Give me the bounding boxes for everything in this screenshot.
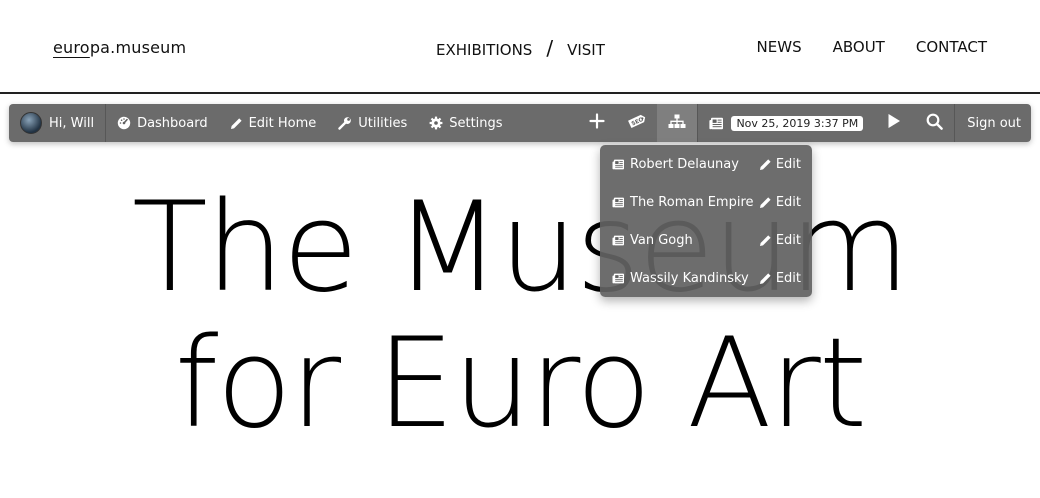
pencil-icon xyxy=(759,234,772,247)
dropdown-item: Wassily Kandinsky Edit xyxy=(600,259,812,297)
nav-link-about[interactable]: ABOUT xyxy=(833,38,885,56)
publish-date-badge: Nov 25, 2019 3:37 PM xyxy=(731,115,864,131)
pencil-icon xyxy=(759,272,772,285)
nav-link-exhibitions[interactable]: EXHIBITIONS xyxy=(436,41,532,59)
add-button[interactable] xyxy=(577,104,617,142)
hero-title: The Museum for Euro Art xyxy=(0,180,1040,452)
dropdown-edit-button[interactable]: Edit xyxy=(759,157,801,172)
dropdown-item-link[interactable]: The Roman Empire xyxy=(612,195,759,210)
dashboard-link[interactable]: Dashboard xyxy=(106,104,219,142)
newspaper-icon xyxy=(612,159,625,170)
nav-separator: / xyxy=(546,36,554,60)
dropdown-edit-button[interactable]: Edit xyxy=(759,233,801,248)
nav-link-visit[interactable]: VISIT xyxy=(567,41,605,59)
utilities-label: Utilities xyxy=(358,115,408,131)
dropdown-edit-label: Edit xyxy=(775,194,801,210)
logo-rest: pa.museum xyxy=(89,38,187,57)
dropdown-item: Robert Delaunay Edit xyxy=(600,145,812,183)
nav-link-news[interactable]: NEWS xyxy=(757,38,802,56)
plus-icon xyxy=(589,113,606,133)
sitemap-button[interactable] xyxy=(657,104,698,142)
edit-home-link[interactable]: Edit Home xyxy=(219,104,328,142)
dashboard-label: Dashboard xyxy=(137,115,208,131)
site-logo[interactable]: europa.museum xyxy=(53,38,186,57)
preview-button[interactable] xyxy=(874,104,914,142)
site-header: europa.museum EXHIBITIONS / VISIT NEWS A… xyxy=(0,0,1040,94)
dropdown-edit-label: Edit xyxy=(775,232,801,248)
logo-underlined-part: euro xyxy=(53,38,90,57)
secondary-nav: NEWS ABOUT CONTACT xyxy=(757,38,987,56)
nav-link-contact[interactable]: CONTACT xyxy=(916,38,987,56)
pencil-icon xyxy=(759,158,772,171)
dropdown-item: The Roman Empire Edit xyxy=(600,183,812,221)
seo-tag-icon: SEO xyxy=(626,113,648,133)
hero-line-1: The Museum xyxy=(132,176,910,320)
admin-toolbar: Hi, Will Dashboard Edit Home Utilities S… xyxy=(9,104,1031,142)
dropdown-edit-label: Edit xyxy=(775,156,801,172)
user-menu[interactable]: Hi, Will xyxy=(9,104,105,142)
play-icon xyxy=(887,113,901,133)
publish-date-item[interactable]: Nov 25, 2019 3:37 PM xyxy=(698,104,874,142)
seo-button[interactable]: SEO xyxy=(617,104,657,142)
settings-label: Settings xyxy=(449,115,503,131)
newspaper-icon xyxy=(612,235,625,246)
wrench-icon xyxy=(338,116,352,130)
dropdown-item-link[interactable]: Van Gogh xyxy=(612,233,759,248)
greeting-label: Hi, Will xyxy=(49,115,95,131)
dropdown-item-title: Wassily Kandinsky xyxy=(630,270,749,286)
utilities-link[interactable]: Utilities xyxy=(327,104,418,142)
dropdown-item: Van Gogh Edit xyxy=(600,221,812,259)
dropdown-item-title: The Roman Empire xyxy=(630,194,754,210)
dropdown-item-link[interactable]: Robert Delaunay xyxy=(612,157,759,172)
dropdown-item-title: Robert Delaunay xyxy=(630,156,739,172)
avatar xyxy=(20,112,42,134)
dropdown-edit-button[interactable]: Edit xyxy=(759,271,801,286)
dropdown-edit-label: Edit xyxy=(775,270,801,286)
dashboard-gauge-icon xyxy=(117,116,131,130)
dropdown-item-link[interactable]: Wassily Kandinsky xyxy=(612,271,759,286)
sign-out-button[interactable]: Sign out xyxy=(954,104,1031,142)
sitemap-dropdown: Robert Delaunay Edit The Roman Empire Ed… xyxy=(600,145,812,297)
search-icon xyxy=(926,113,943,134)
sitemap-icon xyxy=(668,114,686,133)
newspaper-icon xyxy=(709,117,724,130)
settings-link[interactable]: Settings xyxy=(418,104,513,142)
newspaper-icon xyxy=(612,273,625,284)
pencil-icon xyxy=(759,196,772,209)
primary-nav: EXHIBITIONS / VISIT xyxy=(436,36,605,62)
pencil-icon xyxy=(230,117,243,130)
search-button[interactable] xyxy=(914,104,954,142)
dropdown-edit-button[interactable]: Edit xyxy=(759,195,801,210)
edit-home-label: Edit Home xyxy=(248,115,317,131)
hero-line-2: for Euro Art xyxy=(174,312,868,456)
dropdown-item-title: Van Gogh xyxy=(630,232,693,248)
newspaper-icon xyxy=(612,197,625,208)
gear-icon xyxy=(429,116,443,130)
